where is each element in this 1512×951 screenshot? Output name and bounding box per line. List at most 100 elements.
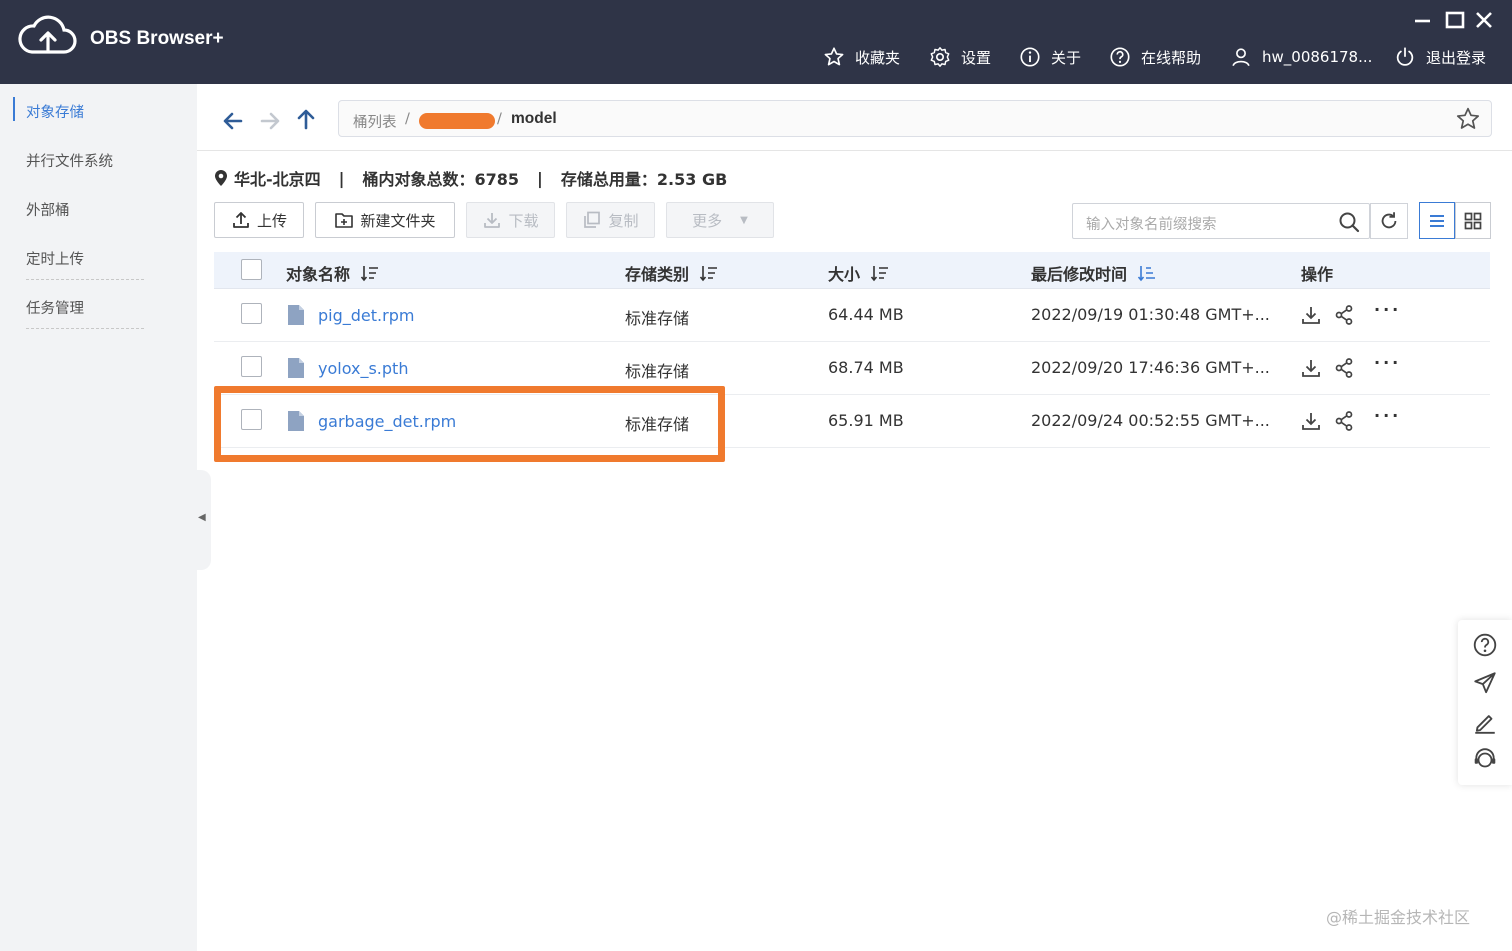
sidebar-collapse-button[interactable]: ◀	[197, 470, 211, 570]
sort-icon[interactable]	[870, 264, 890, 282]
size-cell: 64.44 MB	[828, 305, 904, 324]
file-icon	[288, 358, 304, 378]
info-separator: |	[537, 168, 543, 188]
size-cell: 68.74 MB	[828, 358, 904, 377]
maximize-icon[interactable]	[1443, 8, 1467, 32]
floating-tool-panel	[1458, 620, 1512, 785]
user-menu[interactable]: hw_0086178...	[1230, 46, 1372, 68]
modified-cell: 2022/09/19 01:30:48 GMT+...	[1031, 305, 1270, 324]
upload-icon	[233, 212, 249, 228]
caret-down-icon: ▼	[740, 214, 748, 226]
search-icon[interactable]	[1337, 210, 1361, 234]
download-button[interactable]: 下载	[466, 202, 555, 238]
grid-view-button[interactable]	[1455, 202, 1491, 239]
breadcrumb-redacted-bucket	[419, 113, 495, 129]
region-label: 华北-北京四	[234, 170, 321, 189]
close-icon[interactable]	[1472, 8, 1496, 32]
select-all-checkbox[interactable]	[241, 259, 262, 280]
modified-cell: 2022/09/20 17:46:36 GMT+...	[1031, 358, 1270, 377]
grid-icon	[1464, 212, 1482, 229]
settings-label: 设置	[961, 48, 992, 67]
refresh-button[interactable]	[1370, 203, 1408, 239]
share-icon[interactable]	[1333, 304, 1355, 326]
highlight-annotation-box	[214, 386, 725, 462]
copy-label: 复制	[608, 211, 639, 230]
sort-icon[interactable]	[699, 264, 719, 282]
search-input[interactable]: 输入对象名前缀搜索	[1086, 213, 1217, 234]
new-folder-button[interactable]: 新建文件夹	[315, 202, 455, 238]
location-pin-icon	[215, 170, 227, 186]
sort-icon[interactable]	[360, 264, 380, 282]
download-icon	[484, 213, 501, 228]
username-label: hw_0086178...	[1262, 48, 1373, 66]
share-icon[interactable]	[1333, 357, 1355, 379]
sidebar-item-task-management[interactable]: 任务管理	[26, 297, 84, 318]
more-actions-icon[interactable]: ···	[1374, 300, 1401, 319]
star-icon	[824, 47, 844, 66]
column-header-modified-label: 最后修改时间	[1031, 265, 1128, 284]
sidebar-item-external-bucket[interactable]: 外部桶	[26, 199, 70, 220]
question-icon	[1110, 47, 1130, 67]
sort-active-icon[interactable]	[1137, 264, 1157, 282]
address-bar[interactable]: 桶列表 / / model	[338, 100, 1492, 137]
table-row[interactable]: pig_det.rpm 标准存储 64.44 MB 2022/09/19 01:…	[214, 289, 1490, 342]
breadcrumb-bucket-list[interactable]: 桶列表	[353, 111, 397, 132]
send-icon[interactable]	[1472, 670, 1498, 696]
more-actions-icon[interactable]: ···	[1374, 406, 1401, 425]
logout-label: 退出登录	[1426, 48, 1487, 67]
sidebar-item-parallel-fs[interactable]: 并行文件系统	[26, 150, 113, 171]
bucket-info: 华北-北京四 | 桶内对象总数：6785 | 存储总用量：2.53 GB	[214, 166, 727, 190]
about-label: 关于	[1051, 48, 1082, 67]
download-icon[interactable]	[1300, 410, 1322, 432]
breadcrumb-separator: /	[497, 111, 502, 127]
row-checkbox[interactable]	[241, 356, 262, 377]
edit-icon[interactable]	[1472, 709, 1498, 735]
watermark: @稀土掘金技术社区	[1326, 908, 1471, 927]
column-header-modified[interactable]: 最后修改时间	[1031, 261, 1157, 285]
sidebar-active-indicator	[13, 97, 15, 121]
file-icon	[288, 305, 304, 325]
download-icon[interactable]	[1300, 357, 1322, 379]
column-header-storage-class-label: 存储类别	[625, 265, 690, 284]
column-header-name[interactable]: 对象名称	[286, 261, 380, 285]
list-icon	[1430, 214, 1444, 227]
about-button[interactable]: 关于	[1019, 46, 1081, 68]
customer-service-icon[interactable]	[1472, 747, 1498, 773]
minimize-icon[interactable]	[1410, 8, 1434, 32]
download-icon[interactable]	[1300, 304, 1322, 326]
column-header-size-label: 大小	[828, 265, 861, 284]
column-header-name-label: 对象名称	[286, 265, 351, 284]
up-arrow-icon[interactable]	[293, 106, 319, 132]
question-icon[interactable]	[1472, 632, 1498, 658]
download-label: 下载	[508, 211, 539, 230]
more-dropdown[interactable]: 更多 ▼	[666, 202, 774, 238]
list-view-button[interactable]	[1419, 202, 1455, 239]
storage-class-cell: 标准存储	[625, 309, 690, 328]
star-icon[interactable]	[1455, 106, 1481, 132]
more-actions-icon[interactable]: ···	[1374, 353, 1401, 372]
forward-arrow-icon[interactable]	[257, 108, 283, 134]
upload-button[interactable]: 上传	[214, 202, 304, 238]
file-name-link[interactable]: pig_det.rpm	[318, 306, 414, 325]
favorites-button[interactable]: 收藏夹	[823, 46, 900, 68]
storage-used: 存储总用量：2.53 GB	[560, 170, 728, 189]
help-button[interactable]: 在线帮助	[1109, 46, 1201, 68]
sidebar-item-object-storage[interactable]: 对象存储	[26, 101, 84, 122]
sidebar-item-scheduled-upload[interactable]: 定时上传	[26, 248, 84, 269]
favorites-label: 收藏夹	[855, 48, 901, 67]
row-checkbox[interactable]	[241, 303, 262, 324]
refresh-icon	[1381, 212, 1397, 229]
share-icon[interactable]	[1333, 410, 1355, 432]
sidebar-divider	[26, 328, 144, 329]
gear-icon	[930, 47, 950, 67]
logout-button[interactable]: 退出登录	[1394, 46, 1486, 68]
back-arrow-icon[interactable]	[220, 108, 246, 134]
upload-label: 上传	[256, 211, 287, 230]
file-name-link[interactable]: yolox_s.pth	[318, 359, 408, 378]
search-box[interactable]: 输入对象名前缀搜索	[1072, 203, 1370, 239]
column-header-storage-class[interactable]: 存储类别	[625, 261, 719, 285]
settings-button[interactable]: 设置	[929, 46, 991, 68]
column-header-size[interactable]: 大小	[828, 261, 890, 285]
copy-button[interactable]: 复制	[566, 202, 655, 238]
cloud-upload-logo-icon	[18, 15, 77, 54]
